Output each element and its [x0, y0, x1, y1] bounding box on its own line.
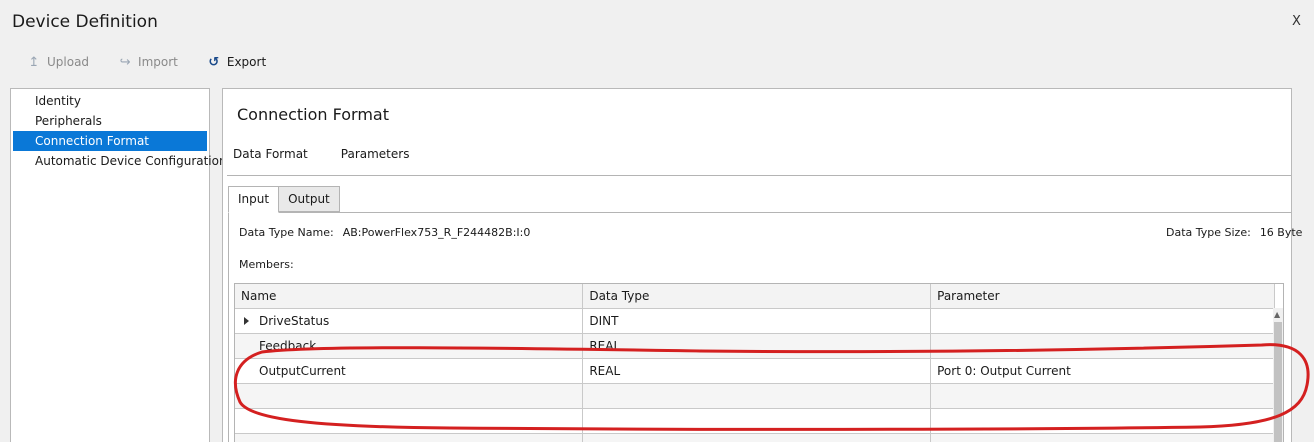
nav-item-identity[interactable]: Identity	[13, 91, 207, 111]
cell-parameter[interactable]	[930, 308, 1275, 334]
data-type-name-value: AB:PowerFlex753_R_F244482B:I:0	[342, 226, 531, 239]
members-label: Members:	[239, 258, 294, 271]
cell-data-type[interactable]	[582, 408, 932, 434]
scrollbar-thumb[interactable]	[1274, 322, 1282, 442]
cell-data-type[interactable]: DINT	[582, 308, 932, 334]
subtab-data-format[interactable]: Data Format	[233, 147, 308, 161]
nav-item-automatic-device-configuration[interactable]: Automatic Device Configuration	[13, 151, 227, 171]
definition-nav: Identity Peripherals Connection Format A…	[10, 88, 227, 442]
connection-format-panel: Connection Format Data Format Parameters…	[222, 88, 1302, 442]
cell-parameter[interactable]	[930, 433, 1275, 442]
cell-name[interactable]	[235, 433, 584, 442]
table-row[interactable]: OutputCurrent REAL Port 0: Output Curren…	[235, 358, 1275, 384]
cell-name[interactable]: Feedback	[235, 333, 584, 359]
table-row[interactable]: Feedback REAL	[235, 333, 1275, 359]
cell-data-type[interactable]	[582, 433, 932, 442]
cell-data-type[interactable]: REAL	[582, 333, 932, 359]
cell-name[interactable]: DriveStatus	[235, 308, 584, 334]
subtabs: Data Format Parameters	[233, 147, 442, 161]
members-grid: Name Data Type Parameter DriveStatus DIN…	[234, 283, 1284, 442]
export-button[interactable]: ↺ Export	[208, 55, 266, 70]
cell-parameter[interactable]	[930, 408, 1275, 434]
nav-item-peripherals[interactable]: Peripherals	[13, 111, 207, 131]
divider	[227, 175, 1291, 176]
export-arrow-icon: ↺	[208, 54, 220, 70]
cell-parameter[interactable]	[930, 333, 1275, 359]
window-title: Device Definition	[12, 12, 158, 32]
data-type-size-value: 16 Byte	[1259, 226, 1303, 239]
subtab-parameters[interactable]: Parameters	[341, 147, 410, 161]
tab-output[interactable]: Output	[278, 186, 340, 212]
column-header-data-type[interactable]: Data Type	[582, 284, 932, 309]
cell-parameter[interactable]: Port 0: Output Current	[930, 358, 1275, 384]
table-row[interactable]	[235, 408, 1275, 434]
data-type-size: Data Type Size: 16 Byte	[1166, 226, 1302, 239]
cell-name[interactable]: OutputCurrent	[235, 358, 584, 384]
io-tabs: Input Output	[228, 186, 340, 213]
import-button[interactable]: ↪ Import	[119, 55, 178, 70]
data-type-name-label: Data Type Name:	[239, 226, 334, 239]
cell-parameter[interactable]	[930, 383, 1275, 409]
upload-label: Upload	[47, 55, 90, 69]
table-row[interactable]: DriveStatus DINT	[235, 308, 1275, 334]
cell-data-type[interactable]	[582, 383, 932, 409]
upload-button[interactable]: ↥ Upload	[28, 54, 90, 70]
triangle-right-icon[interactable]	[244, 316, 249, 325]
vertical-scrollbar[interactable]: ▲	[1273, 308, 1283, 442]
chevron-up-icon[interactable]: ▲	[1274, 310, 1280, 319]
cell-name[interactable]	[235, 408, 584, 434]
nav-item-connection-format[interactable]: Connection Format	[13, 131, 207, 151]
table-row[interactable]	[235, 383, 1275, 409]
cell-name[interactable]	[235, 383, 584, 409]
column-header-name[interactable]: Name	[235, 284, 584, 309]
data-type-name: Data Type Name: AB:PowerFlex753_R_F244482…	[239, 226, 530, 239]
export-label: Export	[226, 55, 267, 69]
upload-arrow-icon: ↥	[28, 54, 40, 70]
column-header-parameter[interactable]: Parameter	[930, 284, 1275, 309]
toolbar: ↥ Upload ↪ Import ↺ Export	[28, 53, 296, 71]
page-title: Connection Format	[237, 105, 389, 124]
table-row[interactable]	[235, 433, 1275, 442]
data-type-size-label: Data Type Size:	[1166, 226, 1251, 239]
import-label: Import	[138, 55, 178, 69]
input-tab-page: Data Type Name: AB:PowerFlex753_R_F244482…	[228, 212, 1302, 442]
cell-name-text: DriveStatus	[259, 313, 330, 328]
tab-input[interactable]: Input	[228, 186, 280, 213]
cell-data-type[interactable]: REAL	[582, 358, 932, 384]
import-arrow-icon: ↪	[119, 54, 131, 70]
close-icon[interactable]: X	[1292, 14, 1301, 29]
